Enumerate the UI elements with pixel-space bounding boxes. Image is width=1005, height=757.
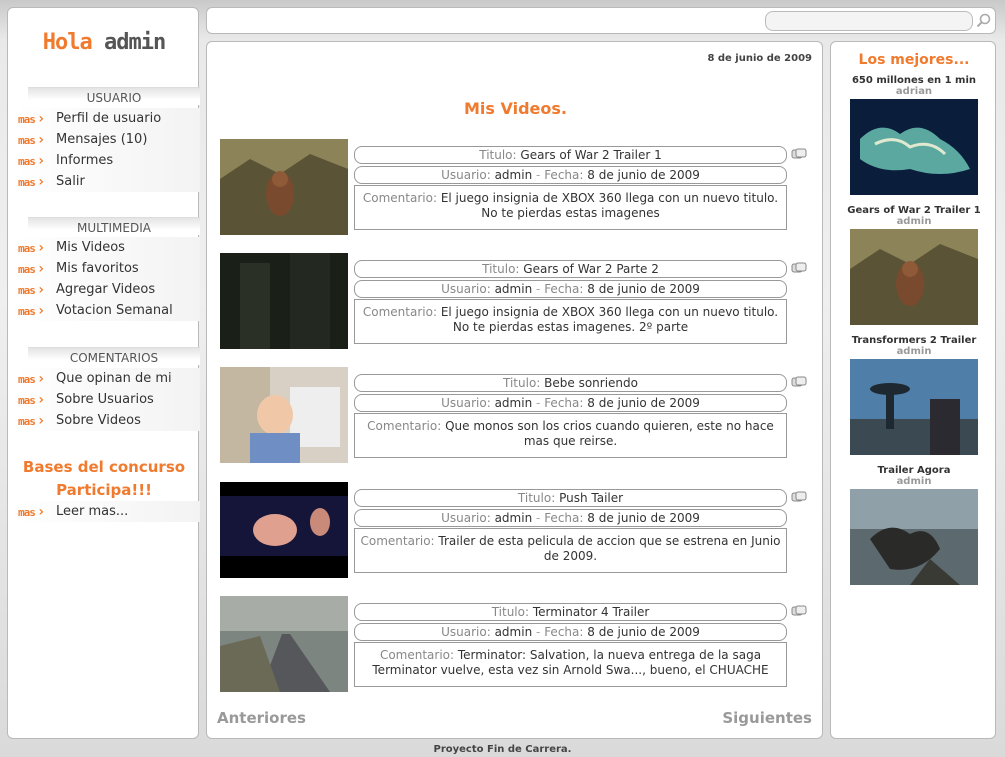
top-videos-panel: Los mejores... 650 millones en 1 min adr… <box>830 41 996 739</box>
video-thumbnail[interactable] <box>220 367 348 463</box>
video-meta-field: Usuario: admin - Fecha: 8 de junio de 20… <box>354 394 787 412</box>
previous-page-link[interactable]: Anteriores <box>217 709 306 727</box>
video-comment-field: Comentario: El juego insignia de XBOX 36… <box>354 185 787 230</box>
more-arrow-icon: mas <box>16 392 56 408</box>
left-sidebar: Hola admin USUARIO masPerfil de usuario … <box>7 7 200 739</box>
main-panel: 8 de junio de 2009 Mis Videos. Titulo: G… <box>206 41 823 739</box>
menu-usuario: masPerfil de usuario masMensajes (10) ma… <box>16 108 200 192</box>
share-icon[interactable] <box>791 376 807 388</box>
video-thumbnail[interactable] <box>220 482 348 578</box>
more-arrow-icon: mas <box>16 261 56 277</box>
more-arrow-icon: mas <box>16 240 56 256</box>
video-title-field: Titulo: Terminator 4 Trailer <box>354 603 787 621</box>
top-video-author: admin <box>896 346 932 357</box>
video-thumbnail[interactable] <box>220 596 348 692</box>
share-icon[interactable] <box>791 605 807 617</box>
share-icon[interactable] <box>791 262 807 274</box>
more-arrow-icon: mas <box>16 371 56 387</box>
menu-item-mensajes[interactable]: masMensajes (10) <box>16 129 200 150</box>
menu-item-perfil[interactable]: masPerfil de usuario <box>16 108 200 129</box>
menu-item-leer-mas[interactable]: masLeer mas... <box>16 501 200 522</box>
menu-item-informes[interactable]: masInformes <box>16 150 200 171</box>
top-video-item: Trailer Agora admin <box>831 465 997 585</box>
video-title-field: Titulo: Bebe sonriendo <box>354 374 787 392</box>
top-video-title[interactable]: Gears of War 2 Trailer 1 <box>831 205 997 216</box>
top-video-thumbnail[interactable] <box>850 359 978 455</box>
top-video-thumbnail[interactable] <box>850 99 978 195</box>
menu-item-sobre-usuarios[interactable]: masSobre Usuarios <box>16 389 200 410</box>
top-video-author: admin <box>896 476 932 487</box>
top-video-item: Gears of War 2 Trailer 1 admin <box>831 205 997 325</box>
top-bar <box>206 7 996 34</box>
video-meta-field: Usuario: admin - Fecha: 8 de junio de 20… <box>354 280 787 298</box>
next-page-link[interactable]: Siguientes <box>722 709 812 727</box>
video-item: Titulo: Bebe sonriendo Usuario: admin - … <box>220 367 820 464</box>
more-arrow-icon: mas <box>16 132 56 148</box>
video-comment-field: Comentario: Que monos son los crios cuan… <box>354 413 787 458</box>
top-video-item: 650 millones en 1 min adrian <box>831 75 997 195</box>
menu-comentarios: masQue opinan de mi masSobre Usuarios ma… <box>16 368 200 431</box>
menu-multimedia: masMis Videos masMis favoritos masAgrega… <box>16 237 200 321</box>
video-item: Titulo: Terminator 4 Trailer Usuario: ad… <box>220 596 820 693</box>
current-date: 8 de junio de 2009 <box>707 53 812 64</box>
section-title-comentarios: COMENTARIOS <box>28 347 200 365</box>
video-meta-field: Usuario: admin - Fecha: 8 de junio de 20… <box>354 166 787 184</box>
top-video-thumbnail[interactable] <box>850 229 978 325</box>
more-arrow-icon: mas <box>16 303 56 319</box>
contest-title: Bases del concurso <box>22 458 186 476</box>
more-arrow-icon: mas <box>16 174 56 190</box>
menu-item-sobre-videos[interactable]: masSobre Videos <box>16 410 200 431</box>
more-arrow-icon: mas <box>16 504 56 520</box>
greeting-logo: Hola admin <box>42 30 166 55</box>
menu-contest: masLeer mas... <box>16 501 200 522</box>
video-title-field: Titulo: Push Tailer <box>354 489 787 507</box>
top-video-title[interactable]: Trailer Agora <box>831 465 997 476</box>
video-thumbnail[interactable] <box>220 253 348 349</box>
video-item: Titulo: Gears of War 2 Parte 2 Usuario: … <box>220 253 820 350</box>
section-title-multimedia: MULTIMEDIA <box>28 217 200 235</box>
menu-item-salir[interactable]: masSalir <box>16 171 200 192</box>
top-video-thumbnail[interactable] <box>850 489 978 585</box>
contest-banner: Bases del concurso Participa!!! <box>8 456 200 502</box>
menu-item-votacion-semanal[interactable]: masVotacion Semanal <box>16 300 200 321</box>
top-video-item: Transformers 2 Trailer admin <box>831 335 997 455</box>
top-video-title[interactable]: 650 millones en 1 min <box>831 75 997 86</box>
menu-item-mis-favoritos[interactable]: masMis favoritos <box>16 258 200 279</box>
top-video-title[interactable]: Transformers 2 Trailer <box>831 335 997 346</box>
video-meta-field: Usuario: admin - Fecha: 8 de junio de 20… <box>354 623 787 641</box>
video-comment-field: Comentario: El juego insignia de XBOX 36… <box>354 299 787 344</box>
more-arrow-icon: mas <box>16 111 56 127</box>
footer-text: Proyecto Fin de Carrera. <box>433 744 572 755</box>
search-icon[interactable] <box>975 12 993 30</box>
search-input[interactable] <box>765 11 973 31</box>
video-comment-field: Comentario: Terminator: Salvation, la nu… <box>354 642 787 687</box>
menu-item-que-opinan[interactable]: masQue opinan de mi <box>16 368 200 389</box>
share-icon[interactable] <box>791 148 807 160</box>
more-arrow-icon: mas <box>16 153 56 169</box>
page-title: Mis Videos. <box>464 99 567 118</box>
more-arrow-icon: mas <box>16 282 56 298</box>
top-videos-title: Los mejores... <box>858 52 970 68</box>
video-thumbnail[interactable] <box>220 139 348 235</box>
share-icon[interactable] <box>791 491 807 503</box>
section-title-usuario: USUARIO <box>28 87 200 105</box>
top-video-author: adrian <box>895 86 933 97</box>
contest-subtitle: Participa!!! <box>56 481 152 499</box>
video-title-field: Titulo: Gears of War 2 Parte 2 <box>354 260 787 278</box>
more-arrow-icon: mas <box>16 413 56 429</box>
video-title-field: Titulo: Gears of War 2 Trailer 1 <box>354 146 787 164</box>
video-meta-field: Usuario: admin - Fecha: 8 de junio de 20… <box>354 509 787 527</box>
top-video-author: admin <box>896 216 932 227</box>
menu-item-agregar-videos[interactable]: masAgregar Videos <box>16 279 200 300</box>
menu-item-mis-videos[interactable]: masMis Videos <box>16 237 200 258</box>
video-item: Titulo: Push Tailer Usuario: admin - Fec… <box>220 482 820 579</box>
video-comment-field: Comentario: Trailer de esta pelicula de … <box>354 528 787 573</box>
video-item: Titulo: Gears of War 2 Trailer 1 Usuario… <box>220 139 820 236</box>
